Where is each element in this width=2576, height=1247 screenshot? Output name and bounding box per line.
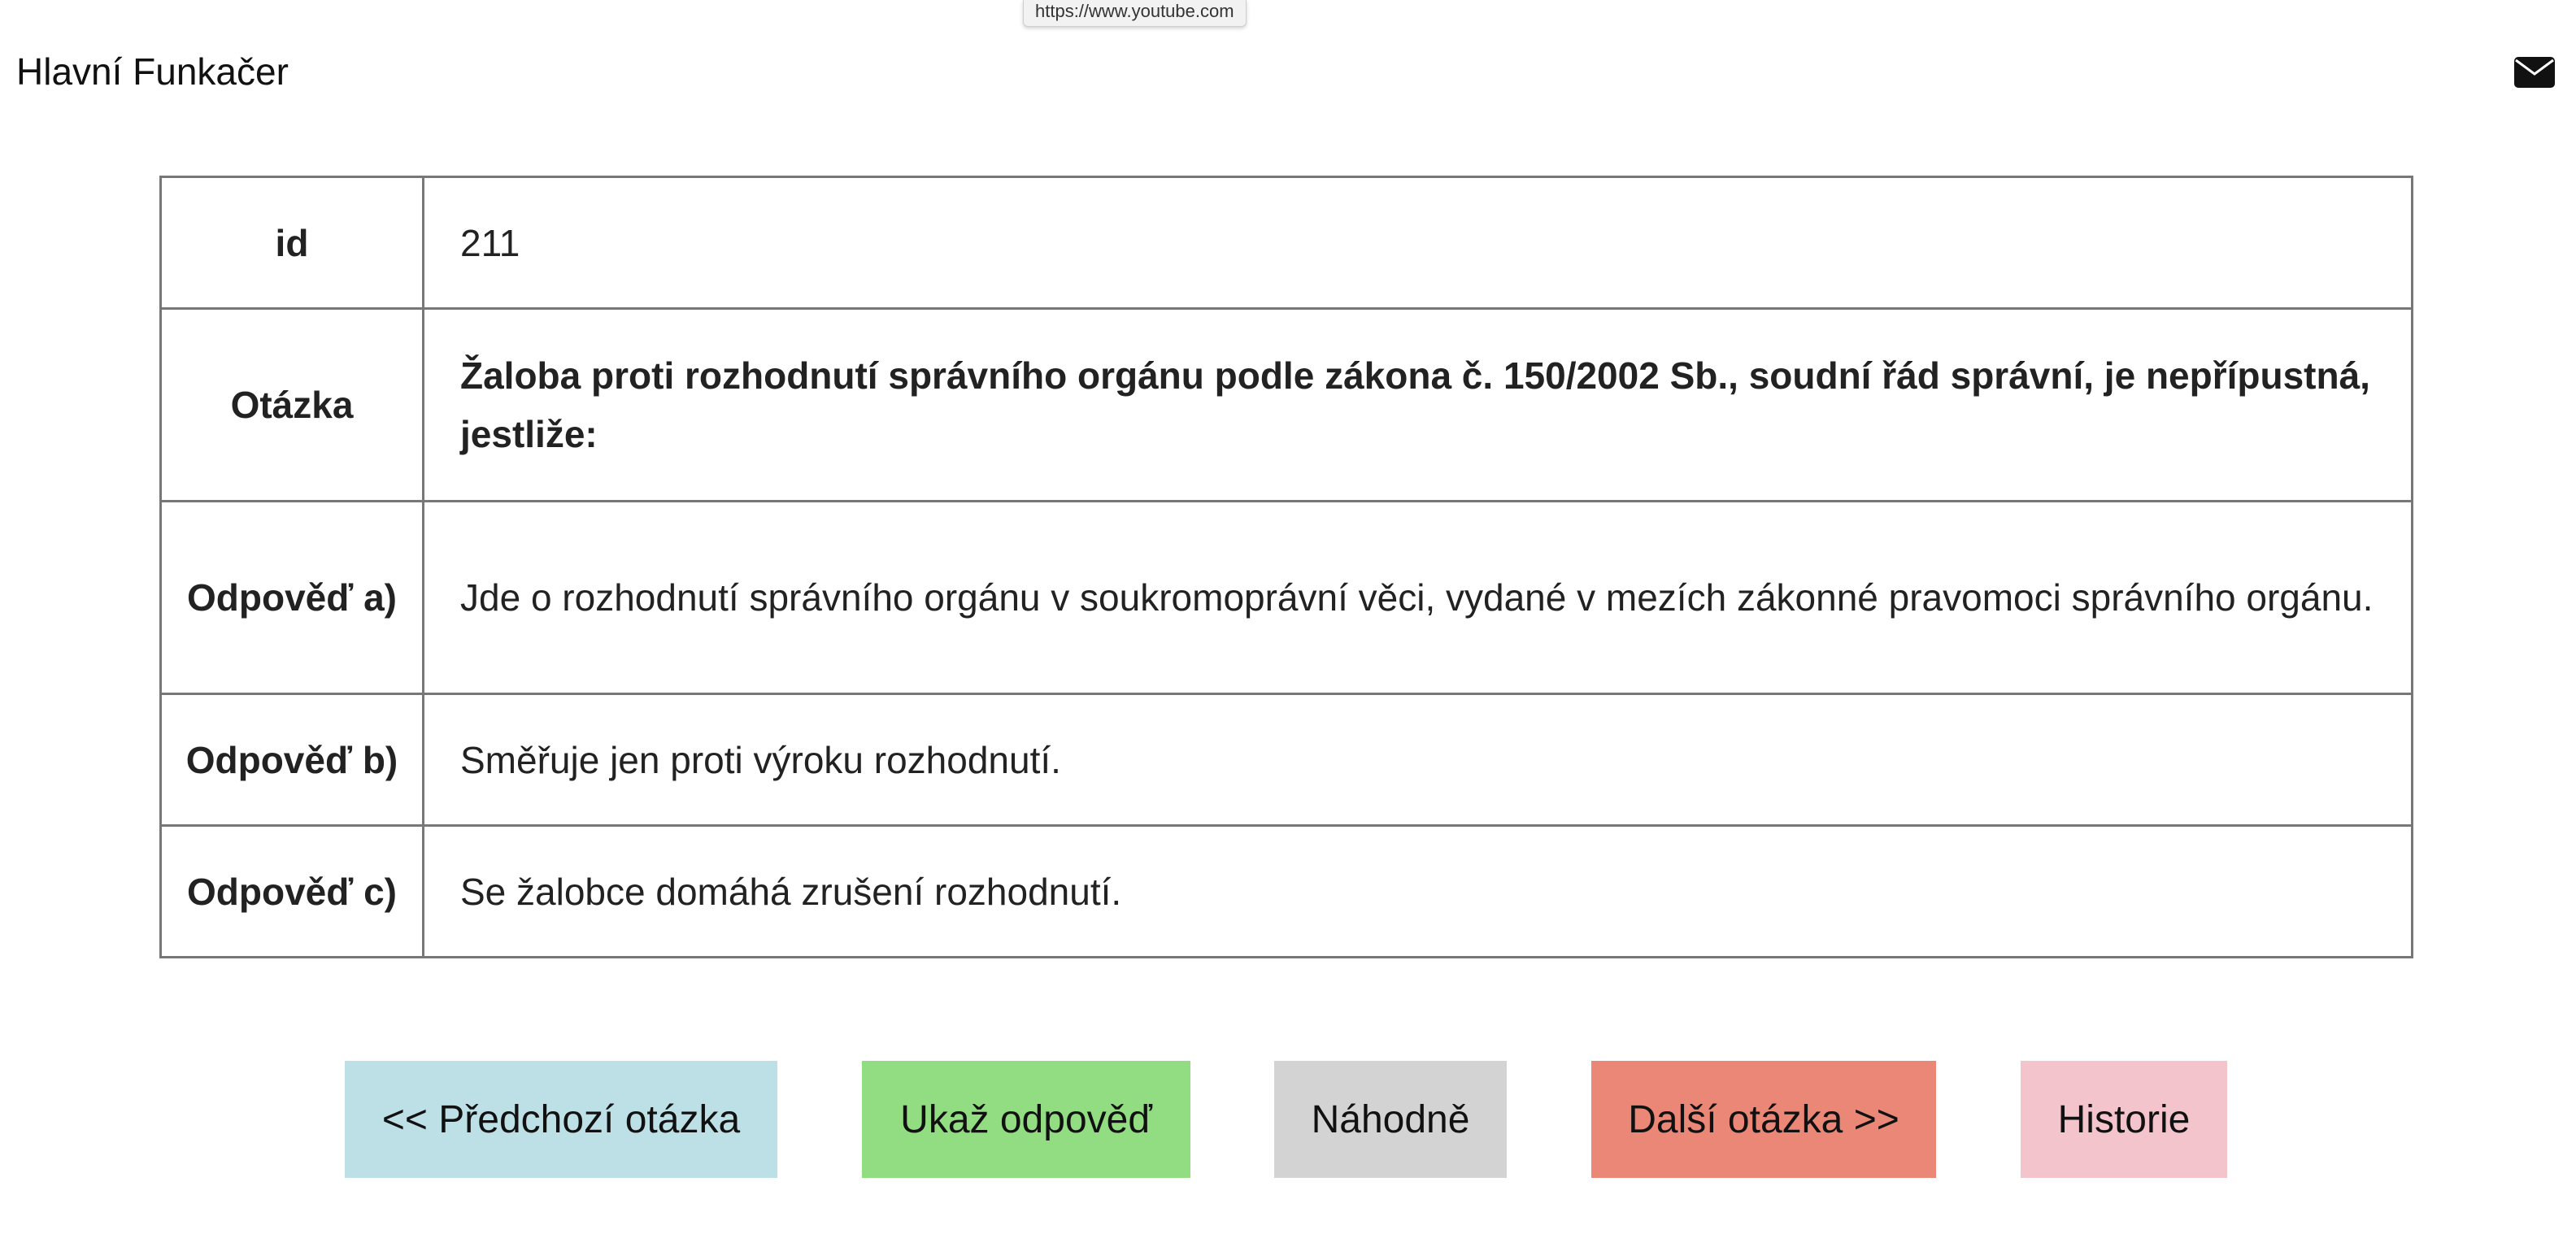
random-question-button[interactable]: Náhodně bbox=[1274, 1061, 1507, 1178]
link-url-tooltip: https://www.youtube.com bbox=[1023, 0, 1247, 27]
table-row-answer-a: Odpověď a) Jde o rozhodnutí správního or… bbox=[159, 500, 2413, 695]
answer-a-label: Odpověď a) bbox=[159, 500, 424, 695]
app-title[interactable]: Hlavní Funkačer bbox=[16, 49, 289, 94]
table-row-answer-b: Odpověď b) Směřuje jen proti výroku rozh… bbox=[159, 693, 2413, 827]
envelope-icon[interactable] bbox=[2514, 57, 2555, 88]
answer-b-label: Odpověď b) bbox=[159, 693, 424, 827]
next-question-button[interactable]: Další otázka >> bbox=[1591, 1061, 1936, 1178]
id-label: id bbox=[159, 176, 424, 310]
answer-c-label: Odpověď c) bbox=[159, 824, 424, 958]
id-value: 211 bbox=[422, 176, 2413, 310]
table-row-question: Otázka Žaloba proti rozhodnutí správního… bbox=[159, 307, 2413, 502]
question-table: id 211 Otázka Žaloba proti rozhodnutí sp… bbox=[159, 176, 2413, 958]
previous-question-button[interactable]: << Předchozí otázka bbox=[345, 1061, 777, 1178]
answer-b-text: Směřuje jen proti výroku rozhodnutí. bbox=[422, 693, 2413, 827]
answer-c-text: Se žalobce domáhá zrušení rozhodnutí. bbox=[422, 824, 2413, 958]
question-label: Otázka bbox=[159, 307, 424, 502]
history-button[interactable]: Historie bbox=[2021, 1061, 2227, 1178]
table-row-id: id 211 bbox=[159, 176, 2413, 310]
answer-a-text: Jde o rozhodnutí správního orgánu v souk… bbox=[422, 500, 2413, 695]
navigation-buttons: << Předchozí otázka Ukaž odpověď Náhodně… bbox=[0, 1061, 2576, 1178]
table-row-answer-c: Odpověď c) Se žalobce domáhá zrušení roz… bbox=[159, 824, 2413, 958]
show-answer-button[interactable]: Ukaž odpověď bbox=[862, 1061, 1190, 1178]
question-text: Žaloba proti rozhodnutí správního orgánu… bbox=[422, 307, 2413, 502]
